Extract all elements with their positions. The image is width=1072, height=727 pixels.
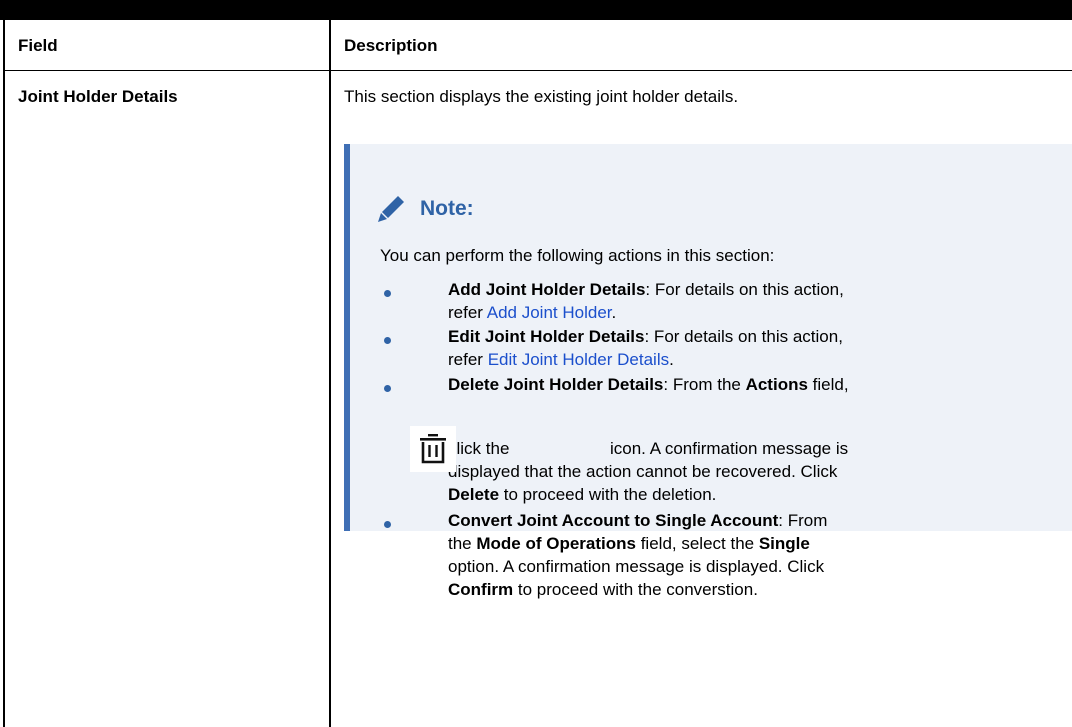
- add-joint-holder-link[interactable]: Add Joint Holder: [487, 303, 612, 322]
- item-text: : From the: [663, 375, 746, 394]
- trash-icon-image: [410, 426, 456, 472]
- note-header: Note:: [374, 189, 474, 229]
- header-row-divider: [3, 70, 1072, 71]
- table-column-divider: [329, 20, 331, 727]
- item-text: : For details on this action,: [645, 280, 844, 299]
- row-field-joint-holder-details: Joint Holder Details: [18, 87, 178, 106]
- item-bold: Delete: [448, 485, 500, 504]
- item-line: Delete Joint Holder Details: From the Ac…: [448, 374, 849, 395]
- item-text: click the: [448, 439, 510, 458]
- item-line: option. A confirmation message is displa…: [448, 556, 824, 577]
- item-text: field, select the: [635, 534, 759, 553]
- item-line: refer Edit Joint Holder Details.: [448, 349, 674, 370]
- header-description: Description: [344, 36, 438, 55]
- edit-joint-holder-details-link[interactable]: Edit Joint Holder Details: [488, 350, 669, 369]
- item-text: icon. A confirmation message is: [610, 439, 849, 458]
- item-bold: Single: [758, 534, 810, 553]
- note-box: Note: You can perform the following acti…: [344, 144, 1072, 599]
- item-text: the: [448, 534, 477, 553]
- item-bold: Add Joint Holder Details: [448, 280, 646, 299]
- item-text: refer: [448, 350, 488, 369]
- note-title: Note:: [420, 197, 474, 220]
- item-text: refer: [448, 303, 487, 322]
- item-text: to proceed with the converstion.: [513, 580, 758, 599]
- item-text: : From: [778, 511, 828, 530]
- item-line: Edit Joint Holder Details: For details o…: [448, 326, 843, 347]
- header-field: Field: [18, 36, 58, 55]
- bullet-icon: [384, 337, 391, 344]
- pencil-icon: [378, 196, 404, 222]
- item-text: displayed that the action cannot be reco…: [448, 462, 838, 481]
- top-rule: [0, 0, 1072, 20]
- trash-icon: [420, 434, 446, 464]
- item-bold: Delete Joint Holder Details: [448, 375, 664, 394]
- item-bold: Confirm: [448, 580, 514, 599]
- item-bold: Convert Joint Account to Single Account: [448, 511, 779, 530]
- item-line: refer Add Joint Holder.: [448, 302, 616, 323]
- table-left-border: [3, 20, 5, 727]
- item-line: the Mode of Operations field, select the…: [448, 533, 810, 554]
- item-text: .: [669, 350, 674, 369]
- item-bold: Mode of Operations: [476, 534, 636, 553]
- item-text: field,: [807, 375, 849, 394]
- item-line: Delete to proceed with the deletion.: [448, 484, 716, 505]
- row-description: This section displays the existing joint…: [344, 87, 739, 106]
- item-line: click the: [448, 438, 509, 459]
- item-line: displayed that the action cannot be reco…: [448, 461, 837, 482]
- item-text: : For details on this action,: [644, 327, 843, 346]
- item-text: .: [611, 303, 617, 322]
- item-text: option. A confirmation message is displa…: [448, 557, 825, 576]
- note-intro: You can perform the following actions in…: [380, 246, 775, 265]
- item-text: to proceed with the deletion.: [499, 485, 717, 504]
- item-bold: Actions: [745, 375, 808, 394]
- bullet-icon: [384, 521, 391, 528]
- item-bold: Edit Joint Holder Details: [448, 327, 645, 346]
- item-line: Add Joint Holder Details: For details on…: [448, 279, 844, 300]
- item-line: Convert Joint Account to Single Account:…: [448, 510, 827, 531]
- bullet-icon: [384, 385, 391, 392]
- bullet-icon: [384, 290, 391, 297]
- item-line: icon. A confirmation message is: [610, 438, 848, 459]
- item-line: Confirm to proceed with the converstion.: [448, 579, 758, 600]
